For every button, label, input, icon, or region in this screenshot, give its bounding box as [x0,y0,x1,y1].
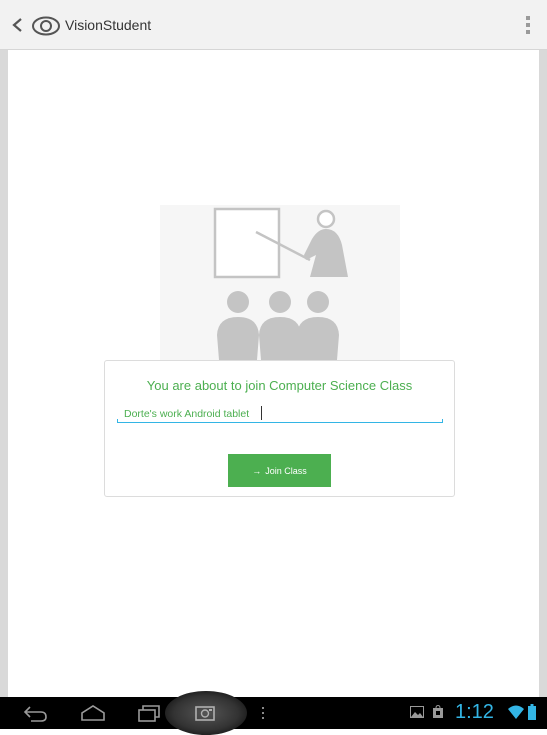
action-bar: VisionStudent [0,0,547,50]
wifi-icon [508,705,524,719]
overflow-menu-icon[interactable] [526,16,530,34]
text-cursor [261,406,262,420]
join-class-button[interactable]: → Join Class [228,454,331,487]
classroom-illustration [160,205,400,365]
back-icon[interactable] [11,17,25,33]
gallery-notification-icon [410,706,424,718]
status-clock: 1:12 [455,701,494,723]
nav-home-icon[interactable] [80,703,106,723]
eye-icon [32,16,60,36]
arrow-right-icon: → [252,465,262,476]
system-navigation-bar: 1:12 [0,691,547,735]
store-notification-icon [433,705,443,718]
nav-back-icon[interactable] [22,703,48,723]
join-class-label: Join Class [265,465,307,476]
nav-menu-icon[interactable] [261,707,265,727]
input-underline [117,419,443,423]
device-name-input[interactable] [118,404,442,424]
battery-icon [528,704,536,720]
app-title: VisionStudent [65,17,152,33]
join-class-card: You are about to join Computer Science C… [104,360,455,497]
nav-recent-apps-icon[interactable] [137,703,161,723]
join-message: You are about to join Computer Science C… [146,378,413,393]
screenshot-icon[interactable] [194,703,216,723]
